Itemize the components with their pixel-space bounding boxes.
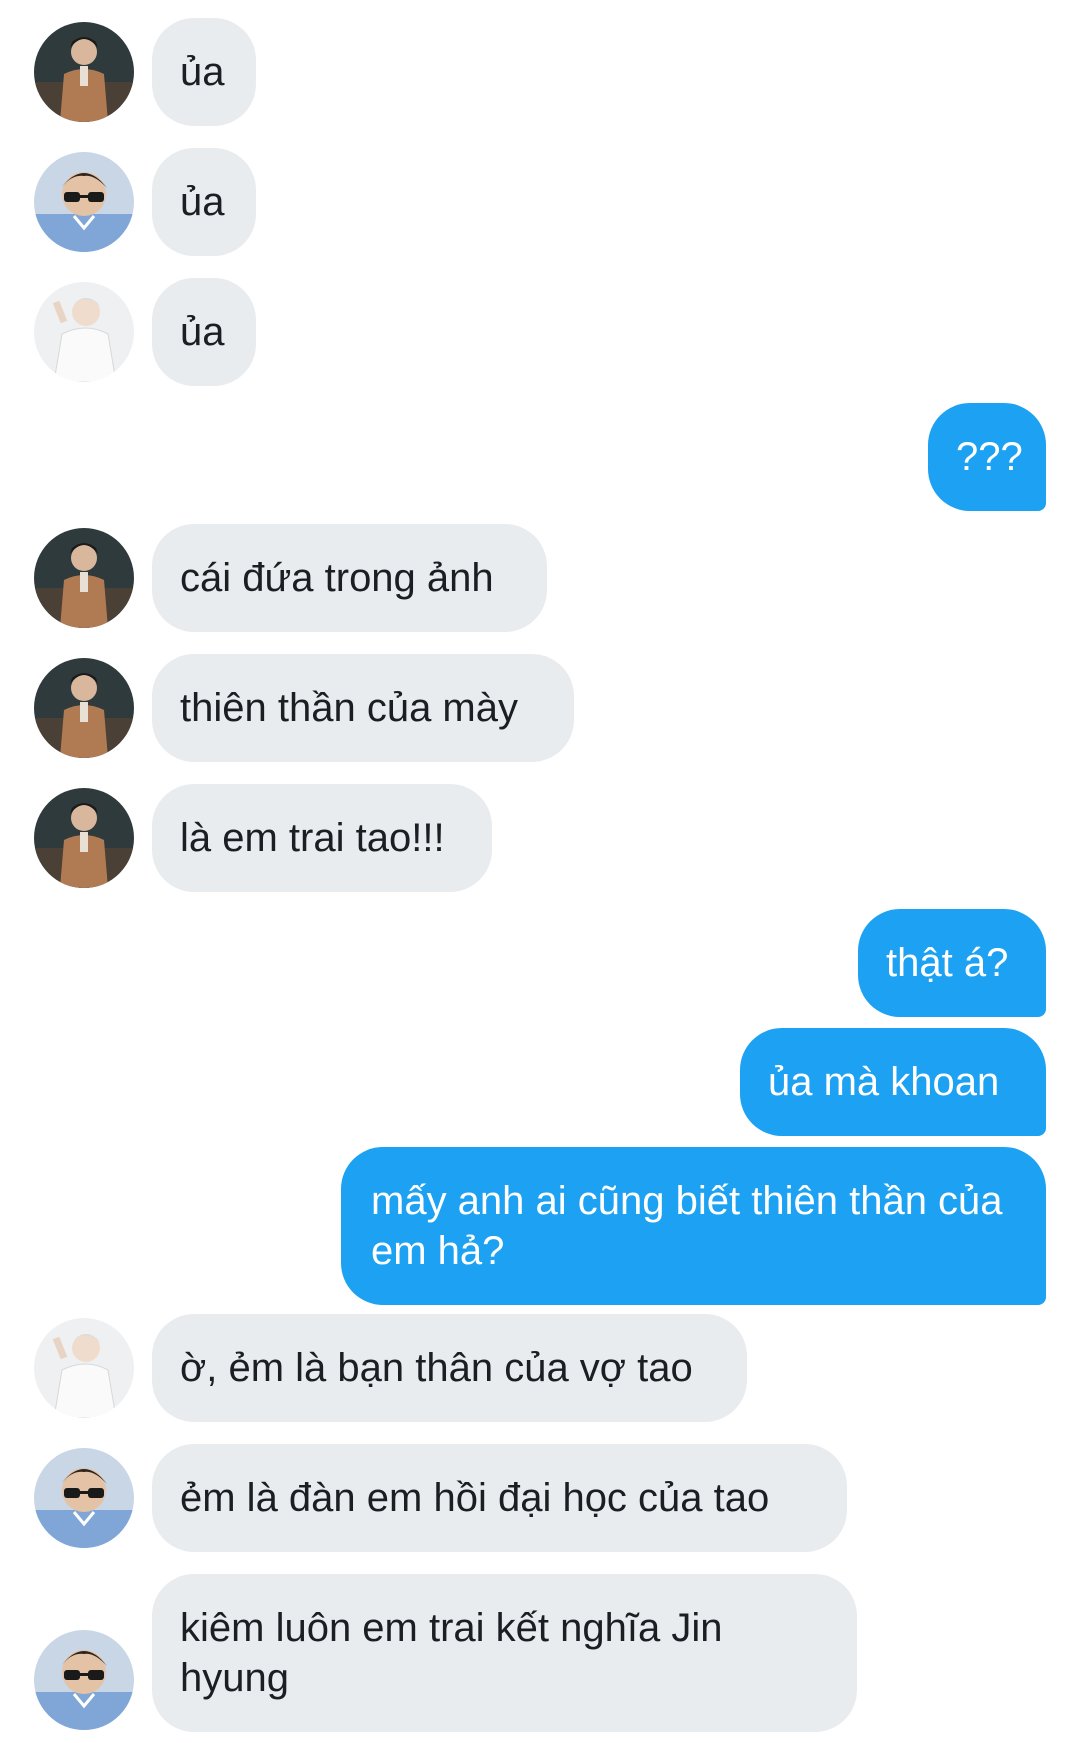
incoming-message: ờ, ẻm là bạn thân của vợ tao — [152, 1314, 747, 1422]
message-row: ờ, ẻm là bạn thân của vợ tao — [0, 1314, 1080, 1422]
incoming-message: ủa — [152, 278, 256, 386]
avatar-brown-suit[interactable] — [34, 788, 134, 888]
message-row: là em trai tao!!! — [0, 784, 1080, 892]
message-row: mấy anh ai cũng biết thiên thần của em h… — [0, 1147, 1080, 1305]
avatar-white-hair[interactable] — [34, 282, 134, 382]
avatar-brown-suit[interactable] — [34, 22, 134, 122]
chat-thread[interactable]: ủa ủa ủa ??? cái đứa trong ảnh thiên thầ… — [0, 0, 1080, 1743]
incoming-message: ẻm là đàn em hồi đại học của tao — [152, 1444, 847, 1552]
outgoing-message: mấy anh ai cũng biết thiên thần của em h… — [341, 1147, 1046, 1305]
message-row: kiêm luôn em trai kết nghĩa Jin hyung — [0, 1574, 1080, 1732]
message-row: ủa — [0, 148, 1080, 256]
incoming-message: là em trai tao!!! — [152, 784, 492, 892]
outgoing-message: ??? — [928, 403, 1046, 511]
outgoing-message: thật á? — [858, 909, 1046, 1017]
message-row: thiên thần của mày — [0, 654, 1080, 762]
avatar-sunglasses[interactable] — [34, 1630, 134, 1730]
incoming-message: ủa — [152, 18, 256, 126]
message-row: thật á? — [0, 909, 1080, 1017]
avatar-sunglasses[interactable] — [34, 1448, 134, 1548]
message-row: ủa — [0, 278, 1080, 386]
message-row: ??? — [0, 403, 1080, 511]
incoming-message: thiên thần của mày — [152, 654, 574, 762]
avatar-white-hair[interactable] — [34, 1318, 134, 1418]
incoming-message: cái đứa trong ảnh — [152, 524, 547, 632]
message-row: cái đứa trong ảnh — [0, 524, 1080, 632]
message-row: ẻm là đàn em hồi đại học của tao — [0, 1444, 1080, 1552]
outgoing-message: ủa mà khoan — [740, 1028, 1046, 1136]
avatar-brown-suit[interactable] — [34, 658, 134, 758]
incoming-message: ủa — [152, 148, 256, 256]
message-row: ủa mà khoan — [0, 1028, 1080, 1136]
avatar-brown-suit[interactable] — [34, 528, 134, 628]
avatar-sunglasses[interactable] — [34, 152, 134, 252]
incoming-message: kiêm luôn em trai kết nghĩa Jin hyung — [152, 1574, 857, 1732]
message-row: ủa — [0, 18, 1080, 126]
